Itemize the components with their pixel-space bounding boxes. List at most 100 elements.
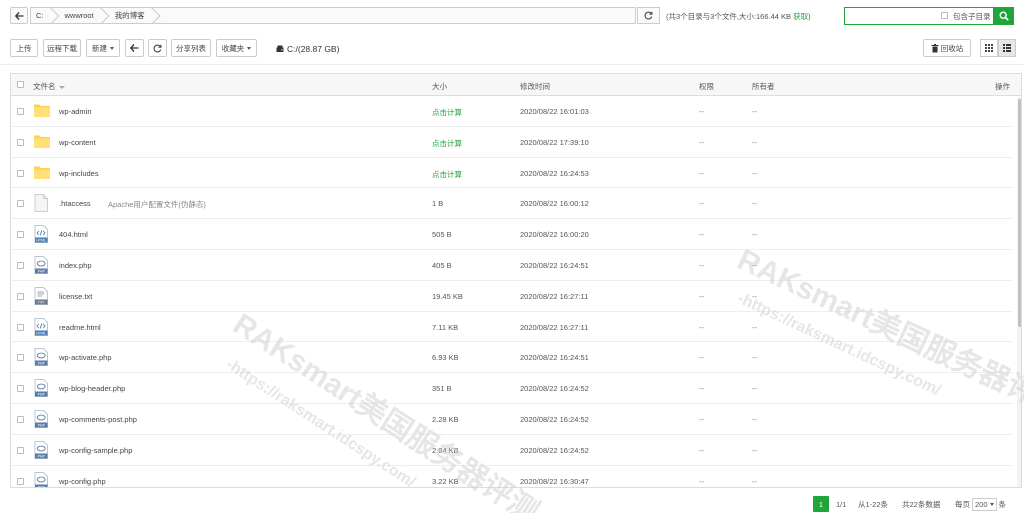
file-size: 2.28 KB	[432, 414, 459, 424]
file-name[interactable]: .htaccess	[59, 199, 91, 208]
file-owner: --	[752, 384, 757, 394]
file-size[interactable]: 点击计算	[432, 107, 462, 118]
file-name[interactable]: wp-comments-post.php	[59, 415, 137, 424]
table-row[interactable]: .htaccess Apache用户配置文件(伪静态) 1 B 2020/08/22 …	[11, 188, 1013, 220]
file-size[interactable]: 点击计算	[432, 169, 462, 180]
fetch-size-link[interactable]: 获取	[793, 12, 808, 21]
table-row[interactable]: PHP wp-blog-header.php 351 B 2020/08/22 16:…	[11, 373, 1013, 404]
breadcrumb-item[interactable]: wwwroot	[53, 8, 103, 23]
row-checkbox[interactable]	[17, 354, 24, 362]
file-permission[interactable]: --	[699, 261, 704, 270]
row-checkbox[interactable]	[17, 446, 24, 454]
file-size[interactable]: 点击计算	[432, 138, 462, 149]
file-name[interactable]: license.txt	[59, 292, 92, 301]
disk-icon	[276, 45, 284, 52]
file-permission[interactable]: --	[699, 138, 704, 147]
file-owner: --	[752, 260, 757, 270]
table-row[interactable]: wp-content 点击计算 2020/08/22 17:39:10 -- --	[11, 127, 1013, 158]
table-row[interactable]: PHP wp-comments-post.php 2.28 KB 2020/08/22…	[11, 404, 1013, 435]
search-button[interactable]	[994, 7, 1014, 25]
breadcrumb-item[interactable]: C:	[31, 8, 53, 23]
share-list-button[interactable]: 分享列表	[171, 39, 211, 57]
back-button-toolbar[interactable]	[125, 39, 144, 57]
scrollbar[interactable]	[1017, 97, 1021, 487]
file-name[interactable]: wp-config.php	[59, 477, 106, 486]
per-page: 每页 200 条	[955, 496, 1006, 512]
file-permission[interactable]: --	[699, 107, 704, 116]
table-row[interactable]: HTML readme.html 7.11 KB 2020/08/22 16:27:1…	[11, 312, 1013, 343]
row-checkbox[interactable]	[17, 231, 24, 239]
page-total: 共22条数据	[902, 499, 941, 509]
list-view-toggle[interactable]	[998, 39, 1016, 57]
table-row[interactable]: PHP wp-config-sample.php 2.84 KB 2020/08/22…	[11, 435, 1013, 466]
select-all-checkbox[interactable]	[17, 81, 24, 88]
table-row[interactable]: wp-includes 点击计算 2020/08/22 16:24:53 -- --	[11, 158, 1013, 189]
file-name[interactable]: wp-config-sample.php	[59, 446, 132, 455]
new-dropdown[interactable]: 新建	[86, 39, 120, 57]
row-checkbox[interactable]	[17, 292, 24, 300]
column-owner: 所有者	[752, 82, 775, 91]
row-checkbox[interactable]	[17, 138, 24, 146]
file-mtime: 2020/08/22 16:27:11	[520, 322, 589, 332]
refresh-path-button[interactable]	[637, 7, 660, 24]
svg-text:PHP: PHP	[38, 485, 46, 488]
file-permission[interactable]: --	[699, 169, 704, 178]
row-checkbox[interactable]	[17, 385, 24, 393]
scrollbar-thumb[interactable]	[1018, 99, 1021, 327]
file-name[interactable]: wp-includes	[59, 169, 99, 178]
recycle-bin-button[interactable]: 回收站	[923, 39, 971, 57]
disk-info[interactable]: C:/(28.87 GB)	[276, 44, 339, 54]
page-current[interactable]: 1	[813, 496, 829, 512]
column-ops: 操作	[995, 82, 1010, 91]
file-permission[interactable]: --	[699, 446, 704, 455]
table-row[interactable]: wp-admin 点击计算 2020/08/22 16:01:03 -- --	[11, 96, 1013, 127]
file-permission[interactable]: --	[699, 323, 704, 332]
file-name[interactable]: readme.html	[59, 323, 101, 332]
table-row[interactable]: PHP wp-config.php 3.22 KB 2020/08/22 16:30:…	[11, 466, 1013, 488]
file-name[interactable]: index.php	[59, 261, 92, 270]
row-checkbox[interactable]	[17, 261, 24, 269]
file-permission[interactable]: --	[699, 199, 704, 208]
file-size: 505 B	[432, 230, 452, 240]
column-name[interactable]: 文件名	[33, 81, 65, 92]
include-subdirs-checkbox[interactable]	[941, 12, 948, 19]
breadcrumb: C: wwwroot 我的博客	[30, 7, 636, 24]
file-permission[interactable]: --	[699, 477, 704, 486]
row-checkbox[interactable]	[17, 169, 24, 177]
file-name[interactable]: wp-content	[59, 138, 96, 147]
file-permission[interactable]: --	[699, 415, 704, 424]
file-permission[interactable]: --	[699, 292, 704, 301]
per-page-select[interactable]: 200	[972, 497, 997, 511]
table-row[interactable]: HTML 404.html 505 B 2020/08/22 16:00:20 -- --	[11, 219, 1013, 250]
file-name[interactable]: wp-activate.php	[59, 353, 112, 362]
column-size[interactable]: 大小	[432, 81, 447, 92]
column-mtime[interactable]: 修改时间	[520, 81, 550, 92]
file-permission[interactable]: --	[699, 230, 704, 239]
back-button[interactable]	[10, 7, 28, 24]
breadcrumb-item[interactable]: 我的博客	[103, 8, 154, 23]
file-permission[interactable]: --	[699, 353, 704, 362]
remote-download-button[interactable]: 远程下载	[43, 39, 81, 57]
upload-button[interactable]: 上传	[10, 39, 38, 57]
file-name[interactable]: wp-blog-header.php	[59, 384, 125, 393]
svg-text:TXT: TXT	[37, 300, 46, 304]
file-mtime: 2020/08/22 17:39:10	[520, 137, 589, 147]
table-row[interactable]: PHP wp-activate.php 6.93 KB 2020/08/22 16:2…	[11, 342, 1013, 374]
row-checkbox[interactable]	[17, 415, 24, 423]
refresh-button[interactable]	[148, 39, 167, 57]
favorites-dropdown[interactable]: 收藏夹	[216, 39, 257, 57]
file-name[interactable]: wp-admin	[59, 107, 92, 116]
grid-view-toggle[interactable]	[980, 39, 998, 57]
row-checkbox[interactable]	[17, 477, 24, 485]
refresh-icon	[644, 11, 653, 20]
table-row[interactable]: TXT license.txt 19.45 KB 2020/08/22 16:27:1…	[11, 281, 1013, 312]
file-permission[interactable]: --	[699, 384, 704, 393]
row-checkbox[interactable]	[17, 200, 24, 208]
table-row[interactable]: PHP index.php 405 B 2020/08/22 16:24:51 -- --	[11, 250, 1013, 281]
row-checkbox[interactable]	[17, 108, 24, 115]
file-name[interactable]: 404.html	[59, 230, 88, 239]
row-checkbox[interactable]	[17, 323, 24, 331]
svg-text:HTML: HTML	[36, 331, 46, 335]
file-size: 351 B	[432, 384, 452, 394]
svg-text:PHP: PHP	[38, 362, 46, 366]
